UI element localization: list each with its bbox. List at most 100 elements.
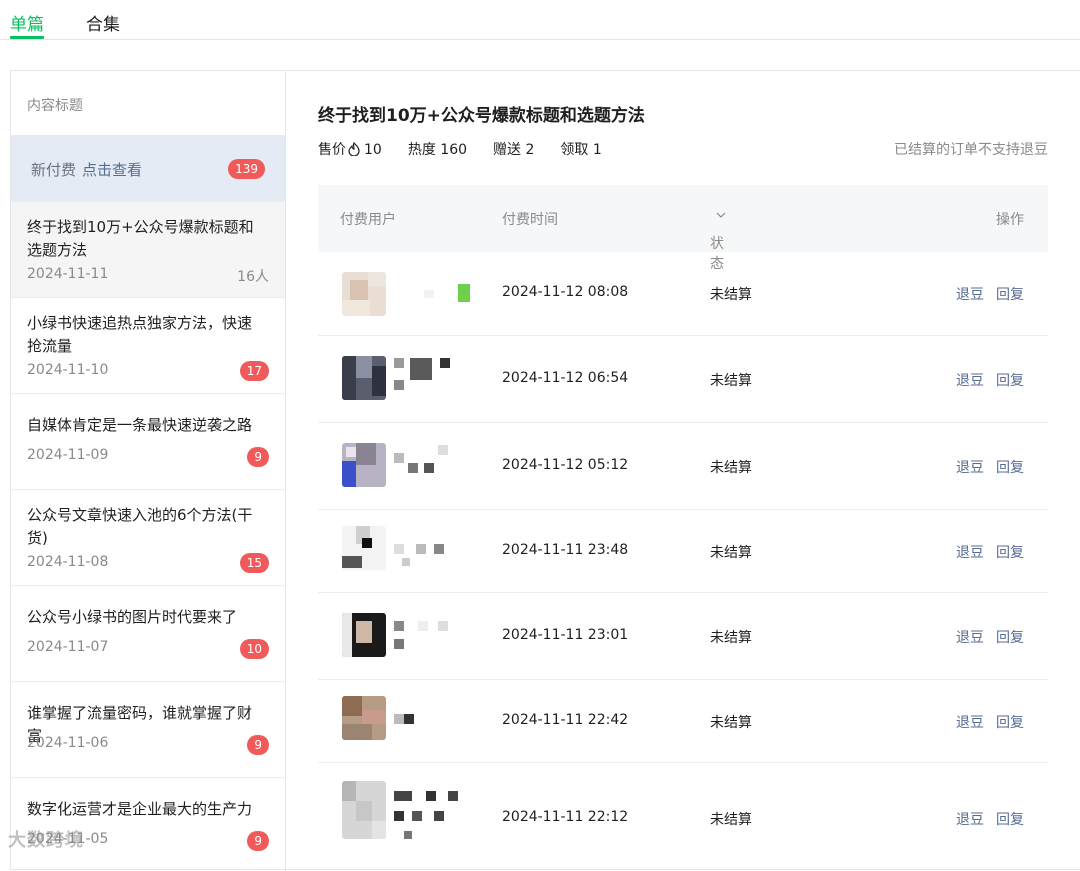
status-text: 未结算 bbox=[710, 630, 752, 646]
pay-time: 2024-11-12 08:08 bbox=[502, 284, 629, 300]
refund-button[interactable]: 退豆 bbox=[956, 542, 984, 562]
chevron-down-icon bbox=[716, 212, 726, 218]
claim-label: 领取 bbox=[560, 142, 589, 158]
reply-button[interactable]: 回复 bbox=[996, 627, 1024, 647]
reply-button[interactable]: 回复 bbox=[996, 370, 1024, 390]
table-row: 2024-11-11 22:12 未结算 退豆 回复 bbox=[318, 763, 1048, 871]
user-nickname bbox=[394, 544, 474, 572]
header-time: 付费时间 bbox=[502, 212, 558, 228]
status-text: 未结算 bbox=[710, 545, 752, 561]
status-text: 未结算 bbox=[710, 812, 752, 828]
item-badge: 10 bbox=[239, 639, 269, 659]
status-text: 未结算 bbox=[710, 460, 752, 476]
new-payment-badge: 139 bbox=[228, 159, 265, 179]
price-stat: 售价 10 bbox=[318, 139, 382, 159]
user-nickname bbox=[394, 282, 474, 310]
refund-button[interactable]: 退豆 bbox=[956, 284, 984, 304]
user-nickname bbox=[394, 714, 474, 742]
user-nickname bbox=[394, 791, 474, 839]
reply-button[interactable]: 回复 bbox=[996, 542, 1024, 562]
table-row: 2024-11-12 08:08 未结算 退豆 回复 bbox=[318, 252, 1048, 336]
table-row: 2024-11-12 05:12 未结算 退豆 回复 bbox=[318, 423, 1048, 510]
refund-note: 已结算的订单不支持退豆 bbox=[894, 142, 1048, 158]
reply-button[interactable]: 回复 bbox=[996, 284, 1024, 304]
refund-button[interactable]: 退豆 bbox=[956, 712, 984, 732]
item-date: 2024-11-09 bbox=[27, 447, 109, 463]
item-title: 小绿书快速追热点独家方法，快速抢流量 bbox=[27, 314, 253, 355]
refund-button[interactable]: 退豆 bbox=[956, 457, 984, 477]
pay-time: 2024-11-11 22:42 bbox=[502, 712, 629, 728]
user-nickname bbox=[394, 445, 474, 473]
user-avatar bbox=[342, 696, 386, 740]
claim-value: 1 bbox=[592, 142, 602, 158]
status-text: 未结算 bbox=[710, 715, 752, 731]
status-text: 未结算 bbox=[710, 287, 752, 303]
table-row: 2024-11-11 23:48 未结算 退豆 回复 bbox=[318, 510, 1048, 593]
heat-stat: 热度 160 bbox=[408, 139, 467, 159]
pay-time: 2024-11-11 23:48 bbox=[502, 542, 629, 558]
user-avatar bbox=[342, 443, 386, 487]
header-status[interactable]: 状态 bbox=[710, 209, 726, 272]
active-tab-indicator bbox=[10, 36, 44, 39]
pay-time: 2024-11-12 06:54 bbox=[502, 370, 629, 386]
user-avatar bbox=[342, 781, 386, 839]
reply-button[interactable]: 回复 bbox=[996, 809, 1024, 829]
table-header: 付费用户 付费时间 状态 操作 bbox=[318, 185, 1048, 272]
table-row: 2024-11-11 22:42 未结算 退豆 回复 bbox=[318, 680, 1048, 763]
price-value: 10 bbox=[364, 142, 382, 158]
article-title: 终于找到10万+公众号爆款标题和选题方法 bbox=[318, 106, 645, 126]
sidebar-item[interactable]: 自媒体肯定是一条最快速逆袭之路 2024-11-09 9 bbox=[11, 393, 285, 489]
pay-time: 2024-11-12 05:12 bbox=[502, 457, 629, 473]
pay-time: 2024-11-11 22:12 bbox=[502, 809, 629, 825]
view-link[interactable]: 点击查看 bbox=[82, 161, 142, 179]
reply-button[interactable]: 回复 bbox=[996, 712, 1024, 732]
sidebar-item[interactable]: 公众号小绿书的图片时代要来了 2024-11-07 10 bbox=[11, 585, 285, 681]
item-title: 公众号小绿书的图片时代要来了 bbox=[27, 608, 238, 626]
table-row: 2024-11-11 23:01 未结算 退豆 回复 bbox=[318, 593, 1048, 680]
sidebar-item[interactable]: 公众号文章快速入池的6个方法(干货) 2024-11-08 15 bbox=[11, 489, 285, 585]
top-tabs: 单篇 合集 bbox=[0, 0, 1080, 40]
content-panel: 内容标题 新付费 点击查看 139 终于找到10万+公众号爆款标题和选题方法 20… bbox=[10, 70, 1080, 871]
heat-value: 160 bbox=[440, 142, 468, 158]
refund-button[interactable]: 退豆 bbox=[956, 809, 984, 829]
item-title: 公众号文章快速入池的6个方法(干货) bbox=[27, 506, 253, 547]
gift-label: 赠送 bbox=[493, 142, 522, 158]
item-title: 数字化运营才是企业最大的生产力 bbox=[27, 800, 253, 818]
refund-button[interactable]: 退豆 bbox=[956, 627, 984, 647]
item-badge: 9 bbox=[247, 735, 269, 755]
new-payment-banner[interactable]: 新付费 点击查看 139 bbox=[11, 135, 285, 201]
sidebar-item[interactable]: 终于找到10万+公众号爆款标题和选题方法 2024-11-11 16人 bbox=[11, 201, 285, 297]
item-badge: 17 bbox=[239, 361, 269, 381]
new-payment-text: 新付费 点击查看 bbox=[31, 159, 142, 180]
gift-stat: 赠送 2 bbox=[493, 139, 534, 159]
item-date: 2024-11-07 bbox=[27, 639, 109, 655]
header-action: 操作 bbox=[996, 212, 1024, 228]
sidebar-item[interactable]: 数字化运营才是企业最大的生产力 2024-11-05 9 bbox=[11, 777, 285, 871]
item-badge: 9 bbox=[247, 447, 269, 467]
new-payment-label: 新付费 bbox=[31, 161, 77, 179]
user-avatar bbox=[342, 613, 386, 657]
sidebar-header: 内容标题 bbox=[27, 98, 83, 114]
header-user: 付费用户 bbox=[340, 212, 396, 228]
table-row: 2024-11-12 06:54 未结算 退豆 回复 bbox=[318, 336, 1048, 423]
sidebar-item[interactable]: 谁掌握了流量密码，谁就掌握了财富 2024-11-06 9 bbox=[11, 681, 285, 777]
reply-button[interactable]: 回复 bbox=[996, 457, 1024, 477]
item-date: 2024-11-10 bbox=[27, 362, 109, 378]
gift-value: 2 bbox=[525, 142, 535, 158]
item-date: 2024-11-11 bbox=[27, 266, 109, 282]
user-avatar bbox=[342, 356, 386, 400]
price-label: 售价 bbox=[318, 142, 346, 158]
heat-label: 热度 bbox=[407, 142, 436, 158]
item-date: 2024-11-08 bbox=[27, 554, 109, 570]
sidebar-item[interactable]: 小绿书快速追热点独家方法，快速抢流量 2024-11-10 17 bbox=[11, 297, 285, 393]
claim-stat: 领取 1 bbox=[560, 139, 601, 159]
status-text: 未结算 bbox=[710, 373, 752, 389]
user-nickname bbox=[394, 358, 474, 390]
refund-button[interactable]: 退豆 bbox=[956, 370, 984, 390]
main-content: 终于找到10万+公众号爆款标题和选题方法 售价 10 热度 160 赠送 2 领取… bbox=[286, 71, 1080, 871]
user-nickname bbox=[394, 621, 474, 649]
bean-icon bbox=[348, 142, 360, 156]
sidebar: 内容标题 新付费 点击查看 139 终于找到10万+公众号爆款标题和选题方法 20… bbox=[11, 71, 286, 871]
tab-single[interactable]: 单篇 bbox=[10, 10, 44, 35]
tab-collection[interactable]: 合集 bbox=[86, 10, 120, 35]
